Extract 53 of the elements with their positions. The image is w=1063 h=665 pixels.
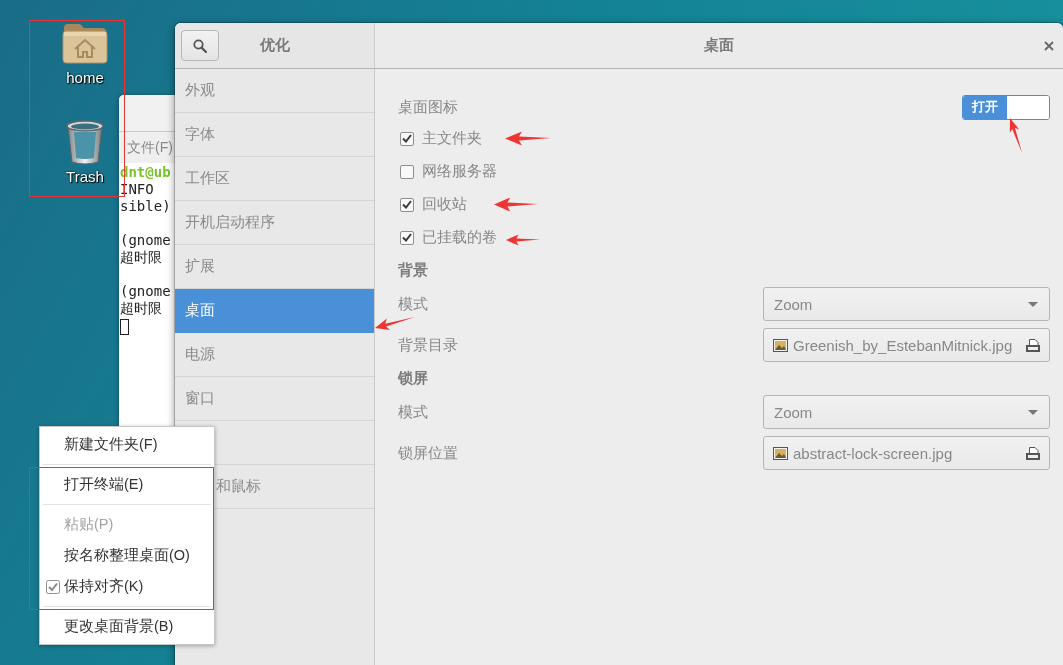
image-icon <box>773 446 788 460</box>
sidebar-item[interactable]: 工作区 <box>175 157 374 201</box>
sidebar-item[interactable]: 窗口 <box>175 377 374 421</box>
menu-item[interactable]: 保持对齐(K) <box>40 571 150 602</box>
terminal-line: sible) <box>120 198 171 214</box>
home-folder-icon <box>62 22 108 64</box>
file-open-icon <box>1025 337 1041 353</box>
text-cursor <box>120 318 129 335</box>
menu-item[interactable]: 按名称整理桌面(O) <box>40 540 196 571</box>
dropdown[interactable]: Zoom <box>763 287 1050 321</box>
toggle-switch[interactable]: 打开 <box>962 94 1050 120</box>
section-heading: 锁屏 <box>398 369 429 388</box>
checkbox-label: 已挂载的卷 <box>422 228 497 247</box>
caret-icon <box>1028 409 1038 415</box>
search-button[interactable] <box>181 30 219 61</box>
menu-item[interactable]: 更改桌面背景(B) <box>40 611 180 642</box>
setting-label: 模式 <box>398 294 428 314</box>
file-chooser[interactable]: abstract-lock-screen.jpg <box>763 436 1050 470</box>
sidebar-item[interactable]: 开机启动程序 <box>175 201 374 245</box>
search-icon <box>193 38 207 53</box>
terminal-line: (gnome <box>120 283 171 299</box>
sidebar-item[interactable]: 外观 <box>175 69 374 113</box>
checkbox[interactable] <box>400 164 414 179</box>
sidebar-title: 优化 <box>258 36 291 55</box>
checkbox[interactable] <box>400 131 414 146</box>
file-open-icon <box>1025 445 1041 461</box>
checkbox[interactable] <box>400 197 414 212</box>
sidebar-item[interactable]: 电源 <box>175 333 374 377</box>
setting-label: 背景目录 <box>398 335 458 355</box>
setting-label: 锁屏位置 <box>398 443 458 463</box>
section-heading: 背景 <box>398 261 429 280</box>
sidebar-item[interactable]: 字体 <box>175 113 374 157</box>
window-title: 桌面 <box>703 36 735 55</box>
dropdown[interactable]: Zoom <box>763 395 1050 429</box>
image-icon <box>773 338 788 352</box>
file-chooser[interactable]: Greenish_by_EstebanMitnick.jpg <box>763 328 1050 362</box>
annotation-arrow <box>506 234 540 246</box>
checkbox-label: 回收站 <box>422 195 467 214</box>
checkbox-label: 网络服务器 <box>422 162 497 181</box>
terminal-line: 超时限 <box>120 300 162 316</box>
setting-label: 桌面图标 <box>398 97 458 117</box>
checkbox[interactable] <box>400 230 414 245</box>
caret-icon <box>1028 301 1038 307</box>
menu-item[interactable]: 打开终端(E) <box>40 469 150 500</box>
setting-label: 模式 <box>398 402 428 422</box>
menu-item[interactable]: 文件(F) <box>127 138 173 157</box>
sidebar-item[interactable]: 桌面 <box>175 289 374 333</box>
trash-can-icon <box>64 118 106 166</box>
menu-item[interactable]: 新建文件夹(F) <box>40 429 164 460</box>
terminal-line: (gnome <box>120 232 171 248</box>
close-icon[interactable] <box>1044 40 1054 51</box>
terminal-line: 超时限 <box>120 249 162 265</box>
checkbox-label: 主文件夹 <box>422 129 482 148</box>
